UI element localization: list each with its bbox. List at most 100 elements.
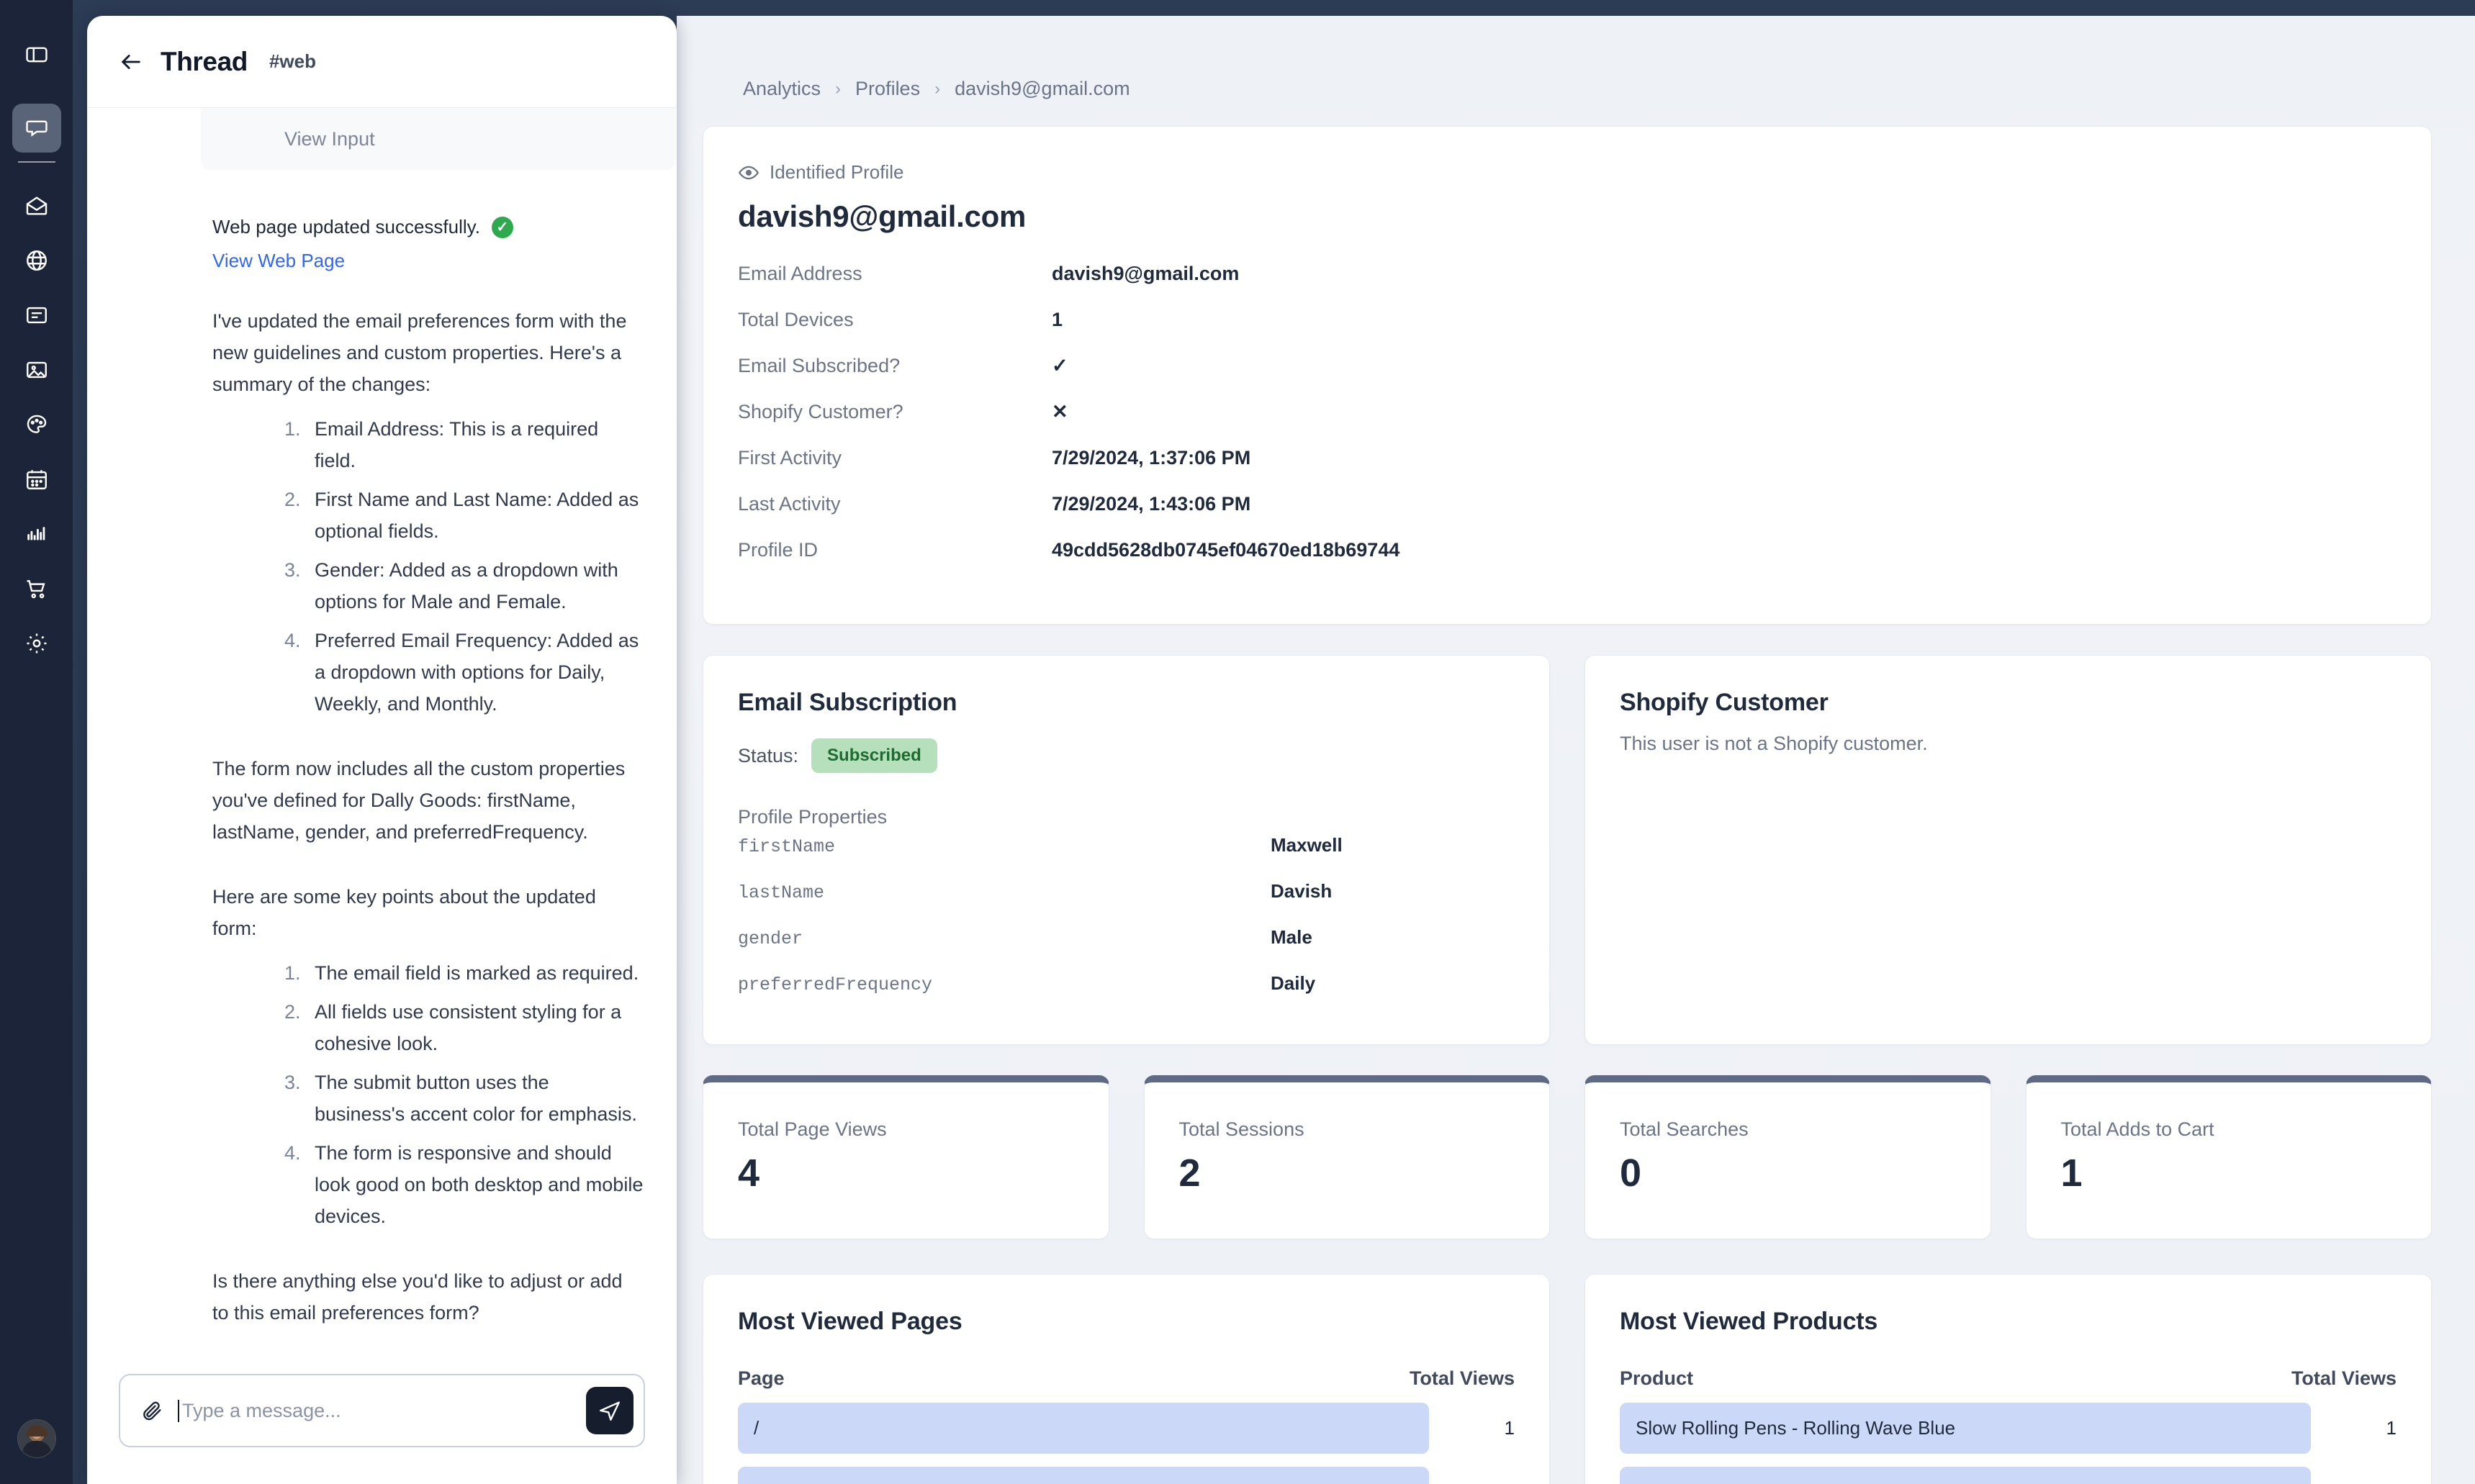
table-row[interactable]: Slow Rolling Pens - Rolling Wave Blue 1 [1620, 1403, 2397, 1454]
property-value: Maxwell [1271, 834, 1343, 856]
field-label: Email Address [738, 263, 862, 284]
analytics-icon[interactable] [12, 510, 61, 558]
back-arrow-icon[interactable] [119, 50, 143, 74]
field-label: Email Subscribed? [738, 355, 901, 376]
card-title: Most Viewed Products [1620, 1308, 1878, 1335]
breadcrumb-profiles[interactable]: Profiles [855, 78, 920, 100]
thread-header: Thread #web [87, 16, 677, 108]
table-row: Email Address davish9@gmail.com [738, 263, 2431, 309]
breadcrumb: Analytics › Profiles › davish9@gmail.com [677, 16, 2475, 100]
list-item: First Name and Last Name: Added as optio… [306, 484, 644, 547]
thread-panel: Thread #web View Input Web page updated … [87, 16, 677, 1484]
assistant-message: Web page updated successfully. ✓ View We… [87, 216, 677, 1329]
page-title: Thread [161, 46, 248, 76]
view-web-page-link[interactable]: View Web Page [212, 250, 644, 272]
closing-paragraph: Is there anything else you'd like to adj… [212, 1270, 623, 1324]
palette-icon[interactable] [12, 400, 61, 449]
breadcrumb-current: davish9@gmail.com [955, 78, 1130, 99]
table-row: lastName Davish [738, 880, 1518, 920]
most-viewed-products-card: Most Viewed Products Product Total Views… [1584, 1274, 2432, 1484]
property-value: Davish [1271, 880, 1333, 902]
cross-icon: ✕ [1052, 401, 1068, 422]
composer [119, 1374, 645, 1447]
list-header: Product Total Views [1620, 1367, 2397, 1390]
calendar-icon[interactable] [12, 455, 61, 504]
check-icon: ✓ [1052, 355, 1068, 376]
email-subscription-card: Email Subscription Status: Subscribed Pr… [703, 655, 1550, 1045]
list-item: All fields use consistent styling for a … [306, 996, 644, 1059]
paperclip-icon[interactable] [140, 1399, 163, 1422]
product-views-count: 1 [2386, 1417, 2397, 1439]
changes-list: Email Address: This is a required field.… [254, 413, 644, 720]
table-row[interactable] [1620, 1467, 2397, 1484]
profile-properties-label: Profile Properties [738, 806, 888, 828]
stat-value: 0 [1620, 1152, 1642, 1195]
property-value: Daily [1271, 972, 1316, 994]
identified-profile-row: Identified Profile [738, 161, 2431, 184]
table-row[interactable]: / 1 [738, 1403, 1515, 1454]
view-input-button[interactable]: View Input [201, 108, 675, 170]
key-points-list: The email field is marked as required. A… [254, 957, 644, 1232]
stat-value: 4 [738, 1152, 760, 1195]
shopify-message: This user is not a Shopify customer. [1620, 733, 1928, 754]
stat-label: Total Sessions [1178, 1118, 1304, 1140]
table-row: Shopify Customer? ✕ [738, 401, 2431, 447]
stat-card-total-page-views: Total Page Views 4 [703, 1075, 1109, 1239]
profile-card: Identified Profile davish9@gmail.com Ema… [703, 126, 2432, 625]
status-text: Web page updated successfully. [212, 216, 480, 237]
column-header-product: Product [1620, 1367, 1694, 1389]
breadcrumb-analytics[interactable]: Analytics [743, 78, 821, 100]
field-value: davish9@gmail.com [1052, 263, 1240, 284]
status-line: Web page updated successfully. ✓ [212, 216, 644, 238]
column-header-total-views: Total Views [2291, 1367, 2397, 1389]
gear-icon[interactable] [12, 619, 61, 668]
field-label: Last Activity [738, 493, 841, 515]
card-title: Shopify Customer [1620, 689, 1829, 716]
form-icon[interactable] [12, 291, 61, 340]
send-button[interactable] [586, 1387, 634, 1434]
status-badge: Subscribed [811, 738, 937, 773]
chat-icon[interactable] [12, 104, 61, 153]
stats-row: Total Page Views 4 Total Sessions 2 Tota… [703, 1075, 2432, 1239]
thread-tag: #web [269, 50, 316, 72]
message-input[interactable] [178, 1399, 572, 1422]
email-icon[interactable] [12, 181, 61, 230]
page-path [738, 1467, 1430, 1484]
status-label: Status: [738, 744, 799, 766]
cart-icon[interactable] [12, 564, 61, 613]
most-viewed-pages-card: Most Viewed Pages Page Total Views / 1 [703, 1274, 1550, 1484]
breadcrumb-separator-icon: › [934, 78, 941, 99]
table-row: firstName Maxwell [738, 834, 1518, 874]
analytics-panel: Analytics › Profiles › davish9@gmail.com… [677, 16, 2475, 1484]
panel-toggle-icon[interactable] [12, 30, 61, 79]
table-row: Email Subscribed? ✓ [738, 355, 2431, 401]
avatar[interactable] [17, 1419, 56, 1458]
property-key: firstName [738, 836, 836, 857]
field-value: 7/29/2024, 1:43:06 PM [1052, 493, 1251, 515]
list-item: The email field is marked as required. [306, 957, 644, 989]
stat-card-total-searches: Total Searches 0 [1584, 1075, 1991, 1239]
column-header-page: Page [738, 1367, 785, 1389]
thread-body: View Input Web page updated successfully… [87, 108, 677, 1363]
table-row: Last Activity 7/29/2024, 1:43:06 PM [738, 493, 2431, 539]
field-label: First Activity [738, 447, 842, 469]
field-label: Total Devices [738, 309, 854, 330]
rail-divider [17, 161, 55, 163]
product-name [1620, 1467, 2312, 1484]
breadcrumb-separator-icon: › [835, 78, 842, 99]
subscription-status-row: Status: Subscribed [738, 738, 1518, 773]
most-viewed-row: Most Viewed Pages Page Total Views / 1 M… [703, 1274, 2432, 1484]
list-item: The submit button uses the business's ac… [306, 1067, 644, 1130]
image-icon[interactable] [12, 345, 61, 394]
profile-email-heading: davish9@gmail.com [738, 199, 1026, 233]
eye-icon [738, 162, 759, 184]
shopify-customer-card: Shopify Customer This user is not a Shop… [1584, 655, 2432, 1045]
table-row[interactable] [738, 1467, 1515, 1484]
stat-value: 1 [2060, 1152, 2083, 1195]
profile-fields-table: Email Address davish9@gmail.com Total De… [738, 263, 2431, 585]
list-item: The form is responsive and should look g… [306, 1137, 644, 1232]
list-item: Preferred Email Frequency: Added as a dr… [306, 625, 644, 720]
key-points-intro: Here are some key points about the updat… [212, 886, 596, 939]
globe-icon[interactable] [12, 236, 61, 285]
list-item: Email Address: This is a required field. [306, 413, 644, 476]
